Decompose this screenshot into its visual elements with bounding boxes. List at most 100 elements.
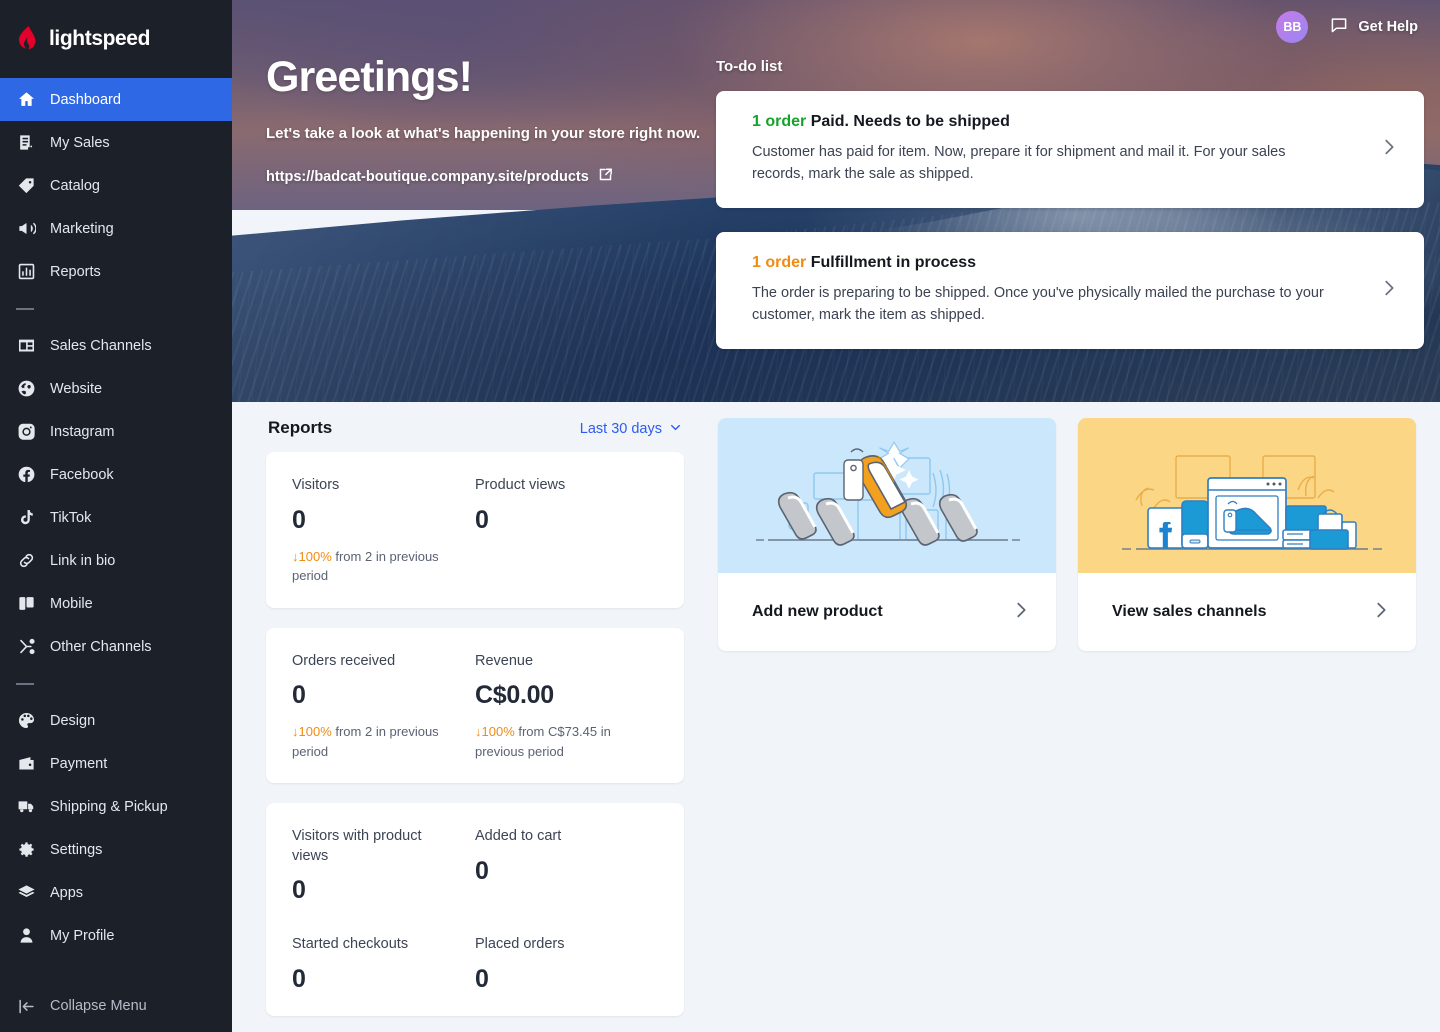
sidebar-item-shipping-pickup[interactable]: Shipping & Pickup xyxy=(0,785,232,828)
sidebar-label: Sales Channels xyxy=(50,337,152,354)
store-url-link[interactable]: https://badcat-boutique.company.site/pro… xyxy=(266,167,613,187)
chevron-right-icon[interactable] xyxy=(1378,136,1400,163)
sidebar-label: Link in bio xyxy=(50,552,116,569)
todo-list-title: To-do list xyxy=(716,58,783,75)
sidebar-label: Other Channels xyxy=(50,638,152,655)
hero-banner: Greetings! Let's take a look at what's h… xyxy=(232,0,1440,402)
metric-card-orders-revenue: Orders received 0 ↓100% from 2 in previo… xyxy=(266,627,684,784)
sidebar-item-my-profile[interactable]: My Profile xyxy=(0,914,232,957)
metric-label: Placed orders xyxy=(475,936,565,953)
sidebar-item-catalog[interactable]: Catalog xyxy=(0,164,232,207)
metric-label: Revenue xyxy=(475,652,534,669)
date-range-select[interactable]: Last 30 days xyxy=(580,421,682,438)
metric-delta: ↓100% from C$73.45 in previous period xyxy=(475,722,644,761)
todo-order-count: 1 order xyxy=(752,113,807,130)
wallet-icon xyxy=(16,754,36,774)
chevron-right-icon[interactable] xyxy=(1370,599,1392,626)
sidebar-item-marketing[interactable]: Marketing xyxy=(0,207,232,250)
sidebar-item-dashboard[interactable]: Dashboard xyxy=(0,78,232,121)
metric-started-checkouts: Started checkouts 0 xyxy=(292,935,475,994)
sidebar-label: Design xyxy=(50,712,96,729)
sidebar-item-instagram[interactable]: Instagram xyxy=(0,410,232,453)
sidebar-nav: Dashboard My Sales Catalog Marketing Rep… xyxy=(0,78,232,980)
metric-value: 0 xyxy=(475,856,489,885)
metric-delta-pct: ↓100% xyxy=(475,724,515,740)
chevron-right-icon[interactable] xyxy=(1378,277,1400,304)
sidebar-item-facebook[interactable]: Facebook xyxy=(0,453,232,496)
sidebar-label: Mobile xyxy=(50,595,93,612)
get-help-button[interactable]: Get Help xyxy=(1330,16,1418,38)
sidebar-item-other-channels[interactable]: Other Channels xyxy=(0,625,232,668)
sidebar-label: My Sales xyxy=(50,134,110,151)
avatar[interactable]: BB xyxy=(1276,11,1309,43)
todo-card-description: Customer has paid for item. Now, prepare… xyxy=(752,144,1286,183)
todo-card-body: 1 order Fulfillment in process The order… xyxy=(752,254,1360,327)
metric-row: Visitors 0 ↓100% from 2 in previous peri… xyxy=(292,476,658,586)
shoes-on-shelf-illustration xyxy=(718,418,1056,573)
sidebar-label: My Profile xyxy=(50,927,115,944)
sidebar-label: Website xyxy=(50,380,103,397)
dashboard-content: Reports Last 30 days Visitors 0 ↓100% fr… xyxy=(232,402,1440,1032)
storefront-icon xyxy=(16,336,36,356)
devices-and-channels-illustration xyxy=(1078,418,1416,573)
link-icon xyxy=(16,551,36,571)
metric-delta-pct: ↓100% xyxy=(292,548,332,564)
collapse-arrow-icon xyxy=(16,996,36,1016)
collapse-menu-label: Collapse Menu xyxy=(50,998,147,1014)
metric-value: 0 xyxy=(475,505,489,534)
chevron-down-icon xyxy=(669,421,682,438)
metric-row: Visitors with product views 0 Added to c… xyxy=(292,827,658,905)
todo-card-headline: Paid. Needs to be shipped xyxy=(810,113,1010,130)
collapse-menu-button[interactable]: Collapse Menu xyxy=(0,980,232,1032)
chevron-right-icon[interactable] xyxy=(1010,599,1032,626)
palette-icon xyxy=(16,711,36,731)
tiktok-icon xyxy=(16,508,36,528)
sidebar-item-website[interactable]: Website xyxy=(0,367,232,410)
metric-label: Visitors with product views xyxy=(292,828,422,864)
metric-visitors-with-product-views: Visitors with product views 0 xyxy=(292,827,475,905)
external-link-icon xyxy=(598,167,613,187)
metric-orders-received: Orders received 0 ↓100% from 2 in previo… xyxy=(292,652,475,762)
sidebar-item-design[interactable]: Design xyxy=(0,699,232,742)
sidebar-item-settings[interactable]: Settings xyxy=(0,828,232,871)
metric-card-visitors: Visitors 0 ↓100% from 2 in previous peri… xyxy=(266,452,684,608)
megaphone-icon xyxy=(16,219,36,239)
todo-order-count: 1 order xyxy=(752,253,807,271)
sidebar-item-apps[interactable]: Apps xyxy=(0,871,232,914)
promo-card-view-sales-channels[interactable]: View sales channels xyxy=(1078,418,1416,651)
metric-label: Visitors xyxy=(292,477,340,493)
promo-card-add-new-product[interactable]: Add new product xyxy=(718,418,1056,651)
metric-value: C$0.00 xyxy=(475,681,554,710)
store-url-text: https://badcat-boutique.company.site/pro… xyxy=(266,169,589,185)
todo-card-body: 1 order Paid. Needs to be shipped Custom… xyxy=(752,113,1360,186)
metric-added-to-cart: Added to cart 0 xyxy=(475,827,658,905)
receipt-icon xyxy=(16,133,36,153)
metric-label: Added to cart xyxy=(475,828,562,845)
brand[interactable]: lightspeed xyxy=(0,0,232,78)
sidebar-label: Instagram xyxy=(50,423,115,440)
truck-icon xyxy=(16,797,36,817)
todo-card-headline: Fulfillment in process xyxy=(810,253,977,271)
sidebar-item-sales-channels[interactable]: Sales Channels xyxy=(0,324,232,367)
metric-card-funnel: Visitors with product views 0 Added to c… xyxy=(266,803,684,1016)
chat-bubble-icon xyxy=(1330,16,1348,38)
todo-list: To-do list 1 order Paid. Needs to be shi… xyxy=(716,58,1424,373)
sidebar-item-mobile[interactable]: Mobile xyxy=(0,582,232,625)
todo-card-paid-needs-shipping[interactable]: 1 order Paid. Needs to be shipped Custom… xyxy=(716,91,1424,208)
todo-card-fulfillment-in-process[interactable]: 1 order Fulfillment in process The order… xyxy=(716,231,1424,349)
metric-delta: ↓100% from 2 in previous period xyxy=(292,722,461,761)
sidebar-label: Payment xyxy=(50,755,108,772)
gear-icon xyxy=(16,840,36,860)
sidebar-item-link-in-bio[interactable]: Link in bio xyxy=(0,539,232,582)
sidebar-item-tiktok[interactable]: TikTok xyxy=(0,496,232,539)
sidebar-item-reports[interactable]: Reports xyxy=(0,250,232,293)
metric-delta: ↓100% from 2 in previous period xyxy=(292,547,461,586)
instagram-icon xyxy=(16,422,36,442)
metric-value: 0 xyxy=(292,964,306,993)
sidebar-item-payment[interactable]: Payment xyxy=(0,742,232,785)
tag-icon xyxy=(16,176,36,196)
todo-card-description: The order is preparing to be shipped. On… xyxy=(752,284,1324,324)
metric-delta-pct: ↓100% xyxy=(292,724,332,740)
layers-icon xyxy=(16,883,36,903)
sidebar-item-my-sales[interactable]: My Sales xyxy=(0,121,232,164)
